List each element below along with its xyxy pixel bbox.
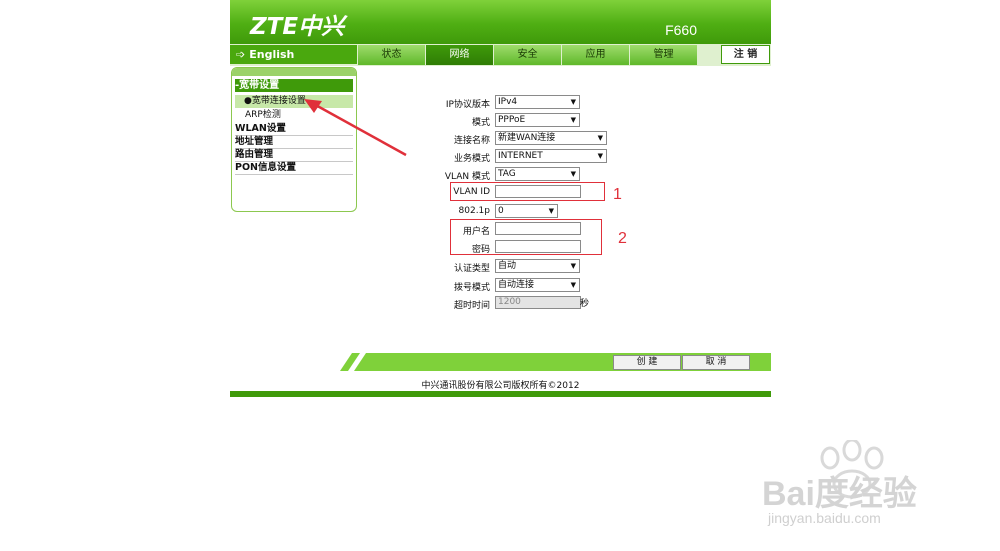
sidebar-item-label: ●宽带连接设置	[244, 96, 306, 106]
tab-application[interactable]: 应用	[562, 45, 629, 65]
sidebar-top-bar	[232, 68, 356, 76]
chevron-down-icon: ▼	[597, 134, 603, 142]
priority-select[interactable]: 0 ▼	[495, 204, 558, 218]
annotation-arrow	[304, 99, 407, 157]
chevron-down-icon: ▼	[570, 98, 576, 106]
arrow-right-icon: ➩	[236, 48, 246, 61]
timeout-input: 1200	[495, 296, 581, 309]
language-label: English	[249, 48, 295, 61]
auth-type-select[interactable]: 自动 ▼	[495, 259, 580, 273]
connection-name-select[interactable]: 新建WAN连接 ▼	[495, 131, 607, 145]
cancel-button[interactable]: 取 消	[682, 355, 750, 370]
sidebar-item-pon[interactable]: PON信息设置	[235, 162, 353, 175]
dial-mode-select[interactable]: 自动连接 ▼	[495, 278, 580, 292]
watermark-url: jingyan.baidu.com	[768, 510, 881, 526]
baidu-watermark: Bai度经验 jingyan.baidu.com	[762, 440, 992, 530]
service-mode-value: INTERNET	[498, 151, 543, 161]
service-mode-label: 业务模式	[453, 154, 490, 164]
ip-version-value: IPv4	[498, 97, 518, 107]
chevron-down-icon: ▼	[548, 207, 554, 215]
chevron-down-icon: ▼	[570, 262, 576, 270]
tab-security[interactable]: 安全	[494, 45, 561, 65]
main-tabs: 状态 网络 安全 应用 管理	[358, 45, 698, 65]
connection-name-label: 连接名称	[453, 136, 490, 146]
timeout-unit: 秒	[580, 299, 590, 309]
dial-mode-value: 自动连接	[498, 280, 535, 290]
action-bar-stripes	[340, 353, 370, 371]
router-admin-frame: ZTE中兴 F660 ➩ English 状态 网络 安全 应用 管理 注 销 -…	[230, 0, 771, 397]
tab-status[interactable]: 状态	[358, 45, 425, 65]
tab-network[interactable]: 网络	[426, 45, 493, 65]
copyright-text: 中兴通讯股份有限公司版权所有©2012	[421, 381, 580, 391]
mode-label: 模式	[471, 118, 490, 128]
annotation-number-2: 2	[618, 230, 627, 247]
annotation-box-vlan	[450, 182, 605, 201]
annotation-box-credentials	[450, 219, 602, 255]
mode-select[interactable]: PPPoE ▼	[495, 113, 580, 127]
auth-type-label: 认证类型	[453, 264, 490, 274]
annotation-number-1: 1	[613, 186, 622, 203]
dial-mode-label: 拨号模式	[453, 283, 490, 293]
chevron-down-icon: ▼	[597, 152, 603, 160]
service-mode-select[interactable]: INTERNET ▼	[495, 149, 607, 163]
header-banner: ZTE中兴 F660	[230, 0, 771, 44]
connection-name-value: 新建WAN连接	[498, 133, 556, 143]
timeout-label: 超时时间	[453, 301, 490, 311]
vlan-mode-label: VLAN 模式	[444, 172, 490, 182]
create-button[interactable]: 创 建	[613, 355, 681, 370]
priority-value: 0	[498, 206, 504, 216]
tab-management[interactable]: 管理	[630, 45, 697, 65]
chevron-down-icon: ▼	[570, 281, 576, 289]
ip-version-label: IP协议版本	[445, 100, 490, 110]
auth-type-value: 自动	[498, 261, 517, 271]
chevron-down-icon: ▼	[570, 116, 576, 124]
zte-logo: ZTE中兴	[250, 14, 345, 40]
bottom-bar	[230, 391, 771, 397]
language-switch[interactable]: ➩ English	[230, 45, 357, 64]
device-model: F660	[665, 22, 697, 38]
nav-bar: ➩ English 状态 网络 安全 应用 管理 注 销	[230, 44, 771, 66]
vlan-mode-value: TAG	[498, 169, 516, 179]
logout-button[interactable]: 注 销	[721, 45, 770, 64]
ip-version-select[interactable]: IPv4 ▼	[495, 95, 580, 109]
mode-value: PPPoE	[498, 115, 526, 125]
sidebar-group-broadband[interactable]: -宽带设置	[235, 79, 353, 92]
watermark-brand: Bai度经验	[762, 475, 917, 513]
priority-label: 802.1p	[458, 206, 490, 216]
vlan-mode-select[interactable]: TAG ▼	[495, 167, 580, 181]
chevron-down-icon: ▼	[570, 170, 576, 178]
